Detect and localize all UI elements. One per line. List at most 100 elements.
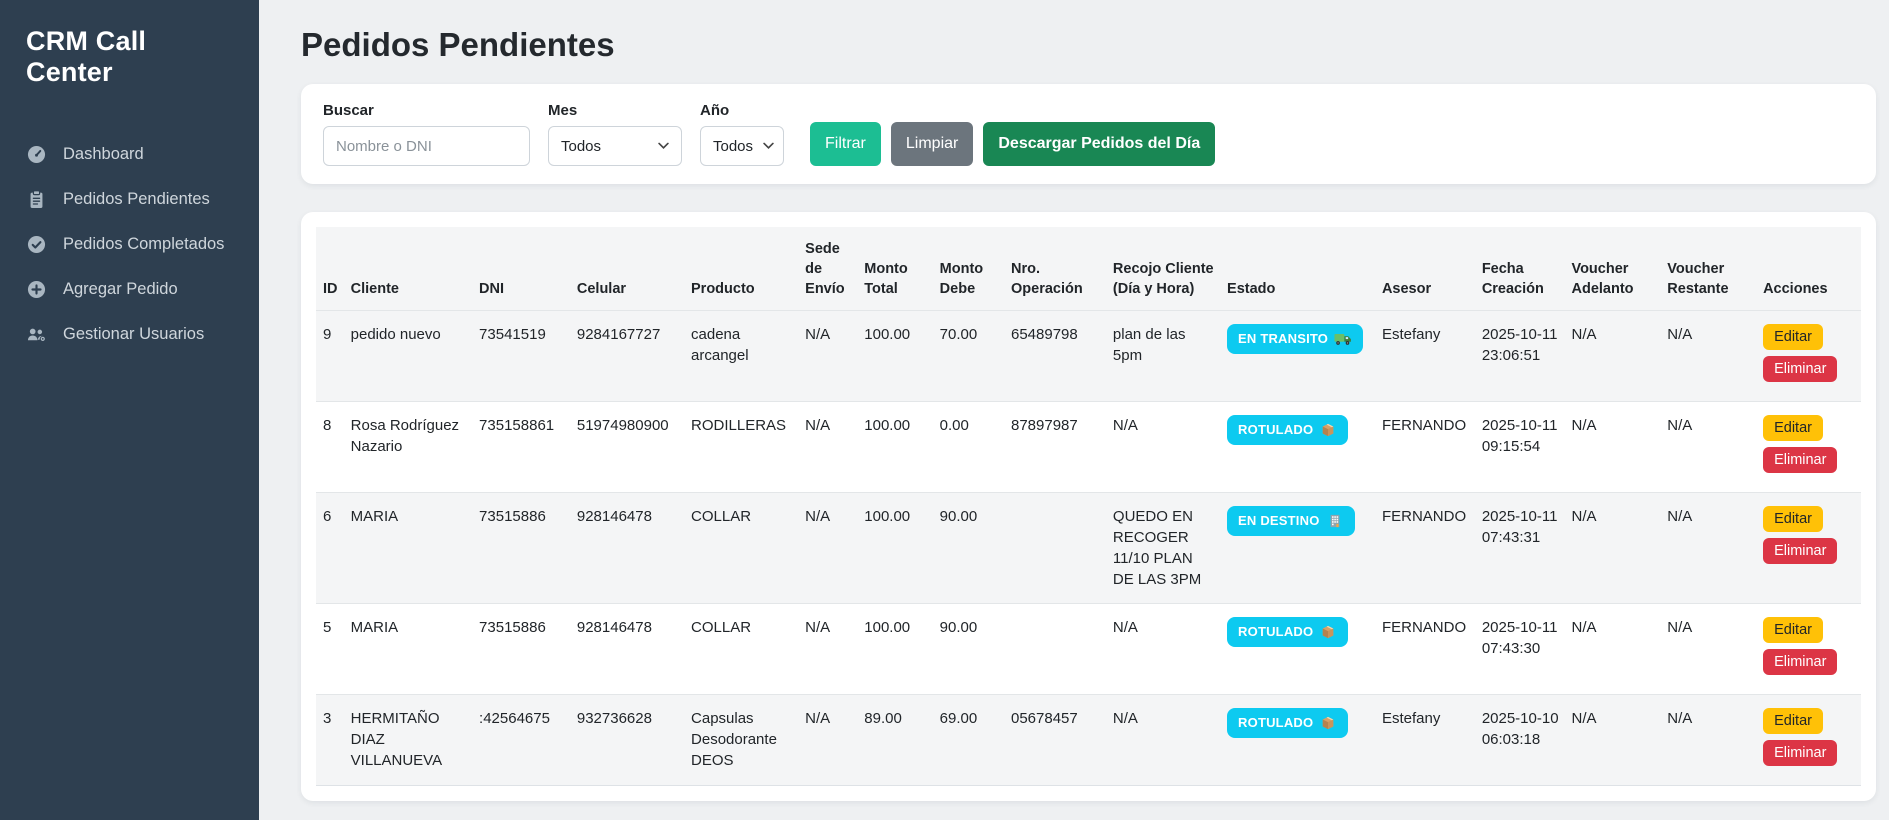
cell-voucher-restante: N/A [1667, 695, 1763, 786]
cell-cliente: pedido nuevo [351, 311, 479, 402]
cell-sede: N/A [805, 604, 864, 695]
cell-id: 5 [316, 604, 351, 695]
cell-asesor: FERNANDO [1382, 493, 1482, 604]
clipboard-icon [27, 190, 46, 209]
delete-button[interactable]: Eliminar [1763, 356, 1837, 382]
cell-fecha: 2025-10-10 06:03:18 [1482, 695, 1572, 786]
chevron-down-icon [763, 142, 774, 150]
cell-dni: 73515886 [479, 604, 577, 695]
cell-recojo: plan de las 5pm [1113, 311, 1227, 402]
cell-monto-debe: 90.00 [940, 493, 1011, 604]
cell-estado: ROTULADO [1227, 402, 1382, 493]
cell-voucher-adelanto: N/A [1571, 695, 1667, 786]
cell-fecha: 2025-10-11 09:15:54 [1482, 402, 1572, 493]
cell-estado: EN DESTINO [1227, 493, 1382, 604]
year-label: Año [700, 102, 784, 119]
cell-producto: COLLAR [691, 493, 805, 604]
search-input[interactable] [323, 126, 530, 166]
cell-dni: :42564675 [479, 695, 577, 786]
sidebar-item-pedidos-completados[interactable]: Pedidos Completados [0, 222, 259, 267]
col-header-celular: Celular [577, 227, 691, 311]
cell-producto: COLLAR [691, 604, 805, 695]
chevron-down-icon [658, 142, 669, 150]
package-icon [1319, 423, 1337, 437]
plus-circle-icon [27, 280, 46, 299]
edit-button[interactable]: Editar [1763, 506, 1823, 532]
col-header-id: ID [316, 227, 351, 311]
cell-acciones: Editar Eliminar [1763, 695, 1861, 786]
cell-nro-operacion: 05678457 [1011, 695, 1113, 786]
cell-producto: cadena arcangel [691, 311, 805, 402]
table-body: 9pedido nuevo735415199284167727cadena ar… [316, 311, 1861, 786]
estado-label: ROTULADO [1238, 623, 1313, 641]
building-icon [1326, 514, 1344, 528]
sidebar-item-gestionar-usuarios[interactable]: Gestionar Usuarios [0, 312, 259, 357]
cell-asesor: FERNANDO [1382, 604, 1482, 695]
month-label: Mes [548, 102, 682, 119]
month-select[interactable]: Todos [548, 126, 682, 166]
delete-button[interactable]: Eliminar [1763, 740, 1837, 766]
sidebar-item-label: Pedidos Completados [63, 235, 224, 254]
col-header-monto-total: Monto Total [864, 227, 939, 311]
clear-button[interactable]: Limpiar [891, 122, 973, 166]
cell-voucher-restante: N/A [1667, 493, 1763, 604]
cell-celular: 51974980900 [577, 402, 691, 493]
edit-button[interactable]: Editar [1763, 415, 1823, 441]
sidebar: CRM Call Center DashboardPedidos Pendien… [0, 0, 259, 820]
cell-cliente: MARIA [351, 604, 479, 695]
year-select-value: Todos [713, 138, 753, 155]
delete-button[interactable]: Eliminar [1763, 447, 1837, 473]
cell-voucher-adelanto: N/A [1571, 402, 1667, 493]
edit-button[interactable]: Editar [1763, 617, 1823, 643]
cell-recojo: N/A [1113, 695, 1227, 786]
cell-sede: N/A [805, 493, 864, 604]
search-group: Buscar [323, 102, 530, 166]
cell-monto-total: 100.00 [864, 493, 939, 604]
cell-monto-total: 89.00 [864, 695, 939, 786]
year-select[interactable]: Todos [700, 126, 784, 166]
table-row: 3HERMITAÑO DIAZ VILLANUEVA:4256467593273… [316, 695, 1861, 786]
sidebar-item-agregar-pedido[interactable]: Agregar Pedido [0, 267, 259, 312]
col-header-voucher-restante: Voucher Restante [1667, 227, 1763, 311]
cell-acciones: Editar Eliminar [1763, 493, 1861, 604]
table-row: 5MARIA73515886928146478COLLARN/A100.0090… [316, 604, 1861, 695]
cell-producto: RODILLERAS [691, 402, 805, 493]
cell-nro-operacion [1011, 493, 1113, 604]
cell-voucher-adelanto: N/A [1571, 604, 1667, 695]
package-icon [1319, 716, 1337, 730]
cell-celular: 928146478 [577, 604, 691, 695]
delete-button[interactable]: Eliminar [1763, 649, 1837, 675]
sidebar-item-pedidos-pendientes[interactable]: Pedidos Pendientes [0, 177, 259, 222]
estado-badge: EN TRANSITO [1227, 324, 1363, 354]
search-label: Buscar [323, 102, 530, 119]
cell-sede: N/A [805, 695, 864, 786]
edit-button[interactable]: Editar [1763, 708, 1823, 734]
estado-badge: EN DESTINO [1227, 506, 1354, 536]
sidebar-item-dashboard[interactable]: Dashboard [0, 132, 259, 177]
month-select-value: Todos [561, 138, 601, 155]
month-group: Mes Todos [548, 102, 682, 166]
estado-label: ROTULADO [1238, 714, 1313, 732]
cell-id: 6 [316, 493, 351, 604]
truck-icon [1334, 332, 1352, 346]
cell-producto: Capsulas Desodorante DEOS [691, 695, 805, 786]
estado-label: EN TRANSITO [1238, 330, 1328, 348]
edit-button[interactable]: Editar [1763, 324, 1823, 350]
estado-badge: ROTULADO [1227, 708, 1348, 738]
cell-estado: ROTULADO [1227, 604, 1382, 695]
filter-button[interactable]: Filtrar [810, 122, 881, 166]
cell-cliente: HERMITAÑO DIAZ VILLANUEVA [351, 695, 479, 786]
download-orders-button[interactable]: Descargar Pedidos del Día [983, 122, 1215, 166]
cell-voucher-restante: N/A [1667, 311, 1763, 402]
cell-nro-operacion [1011, 604, 1113, 695]
table-row: 6MARIA73515886928146478COLLARN/A100.0090… [316, 493, 1861, 604]
col-header-voucher-adelanto: Voucher Adelanto [1571, 227, 1667, 311]
cell-asesor: Estefany [1382, 311, 1482, 402]
estado-label: ROTULADO [1238, 421, 1313, 439]
col-header-cliente: Cliente [351, 227, 479, 311]
sidebar-item-label: Dashboard [63, 145, 144, 164]
cell-voucher-restante: N/A [1667, 402, 1763, 493]
orders-table-card: IDClienteDNICelularProductoSede de Envío… [301, 212, 1876, 801]
col-header-nro-operacion: Nro. Operación [1011, 227, 1113, 311]
delete-button[interactable]: Eliminar [1763, 538, 1837, 564]
